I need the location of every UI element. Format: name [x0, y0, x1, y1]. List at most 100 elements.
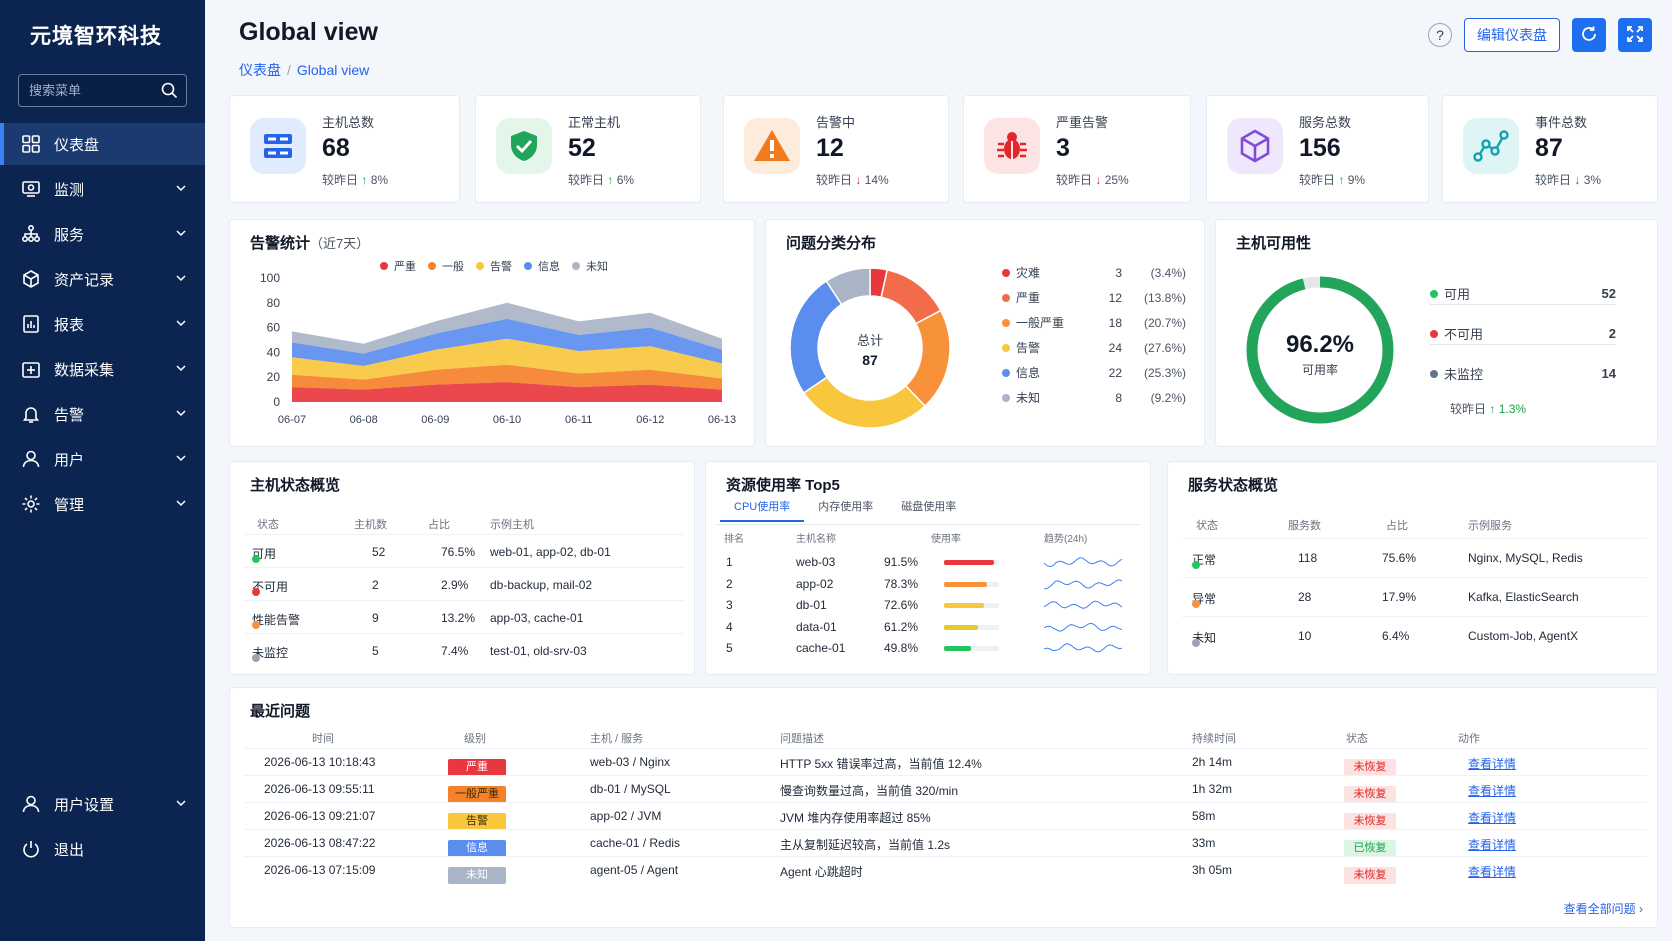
table-row[interactable]: 未知 10 6.4% Custom-Job, AgentX: [1182, 616, 1647, 655]
issue-duration: 1h 32m: [1192, 782, 1233, 796]
sidebar-item-data-collect[interactable]: 数据采集: [0, 348, 205, 390]
usage-value: 91.5%: [884, 555, 919, 569]
issue-duration: 58m: [1192, 809, 1216, 823]
view-details-link[interactable]: 查看详情: [1468, 809, 1516, 826]
table-row[interactable]: 可用 52 76.5% web-01, app-02, db-01: [244, 534, 684, 567]
breadcrumb-dashboard-link[interactable]: 仪表盘: [239, 62, 281, 78]
host-name: data-01: [796, 619, 837, 634]
example-services: Kafka, ElasticSearch: [1468, 590, 1579, 604]
state-badge: 未恢复: [1344, 813, 1396, 830]
table-row[interactable]: 性能告警 9 13.2% app-03, cache-01: [244, 600, 684, 633]
table-row[interactable]: 2026-06-13 09:21:07 告警 app-02 / JVM JVM 堆内存…: [244, 802, 1647, 830]
table-row[interactable]: 不可用 2 2.9% db-backup, mail-02: [244, 567, 684, 600]
table-row[interactable]: 2026-06-13 09:55:11 一般严重 db-01 / MySQL 慢查询数…: [244, 775, 1647, 803]
sidebar: 元境智环科技 仪表盘 监测 服务 资产记录 报表 数据采集 告警: [0, 0, 205, 941]
sidebar-item-label: 用户设置: [54, 796, 115, 814]
resource-row[interactable]: 5 cache-01 49.8%: [706, 639, 1150, 659]
usage-value: 78.3%: [884, 576, 919, 591]
example-services: Custom-Job, AgentX: [1468, 629, 1579, 643]
issue-time: 2026-06-13 08:47:22: [264, 836, 376, 850]
availability-delta: 较昨日 ↑ 1.3%: [1450, 402, 1527, 416]
resource-row[interactable]: 4 data-01 61.2%: [706, 618, 1150, 638]
sparkline-path: [1044, 600, 1122, 609]
legend-dot: [1002, 293, 1010, 302]
example-hosts: test-01, old-srv-03: [490, 644, 587, 658]
search-icon[interactable]: [161, 82, 178, 102]
tab-disk[interactable]: 磁盘使用率: [887, 498, 970, 522]
refresh-button[interactable]: [1572, 18, 1606, 52]
issue-legend-item: 信息 22 (25.3%): [1002, 364, 1192, 381]
sidebar-item-user-settings[interactable]: 用户设置: [0, 783, 205, 825]
state-badge: 已恢复: [1344, 840, 1396, 857]
sidebar-item-assets[interactable]: 资产记录: [0, 258, 205, 300]
legend-dot: [1002, 268, 1010, 277]
status-dot: [1192, 639, 1200, 647]
alert-area-chart: 0 20 40 60 80 100 06-07 06-08 06-09 06-10 06-11 06-…: [260, 271, 736, 426]
stat-label: 服务总数: [1299, 115, 1352, 130]
stat-card-services[interactable]: 服务总数 156 较昨日 ↑ 9%: [1206, 95, 1429, 203]
stat-card-events[interactable]: 事件总数 87 较昨日 ↓ 3%: [1442, 95, 1658, 203]
issue-time: 2026-06-13 09:21:07: [264, 809, 376, 823]
alert-stats-card: 告警统计（近7天） 严重 一般 告警 信息 未知 0 20 40 60 80 100 06-07 06…: [229, 219, 755, 447]
host-status-card: 主机状态概览 状态 主机数 占比 示例主机 可用 52 76.5% web-01, a…: [229, 461, 695, 675]
table-row[interactable]: 未监控 5 7.4% test-01, old-srv-03: [244, 633, 684, 666]
state-badge: 未恢复: [1344, 759, 1396, 776]
issue-description: 慢查询数量过高，当前值 320/min: [780, 784, 959, 798]
edit-dashboard-button[interactable]: 编辑仪表盘: [1464, 18, 1560, 52]
issue-duration: 33m: [1192, 836, 1216, 850]
sidebar-item-dashboard[interactable]: 仪表盘: [0, 123, 205, 165]
example-hosts: web-01, app-02, db-01: [490, 545, 611, 559]
menu-search-input[interactable]: [19, 75, 149, 106]
user-settings-icon: [20, 793, 42, 815]
menu-search[interactable]: [18, 74, 187, 107]
sidebar-item-logout[interactable]: 退出: [0, 828, 205, 870]
usage-bar-track: [944, 560, 999, 565]
dashboard-icon: [20, 133, 42, 155]
view-all-issues-link[interactable]: 查看全部问题 ›: [1564, 900, 1643, 917]
availability-legend-item: 可用 52: [1430, 284, 1616, 303]
card-title: 主机可用性: [1236, 235, 1312, 252]
trend-sparkline: [1044, 622, 1122, 632]
resource-row[interactable]: 2 app-02 78.3%: [706, 575, 1150, 595]
tab-cpu[interactable]: CPU使用率: [720, 498, 805, 522]
view-details-link[interactable]: 查看详情: [1468, 836, 1516, 853]
stat-card-critical[interactable]: 严重告警 3 较昨日 ↓ 25%: [963, 95, 1191, 203]
severity-badge: 一般严重: [448, 786, 506, 803]
service-percent: 17.9%: [1382, 590, 1417, 604]
view-details-link[interactable]: 查看详情: [1468, 863, 1516, 880]
tab-memory[interactable]: 内存使用率: [804, 498, 887, 522]
chevron-down-icon: [175, 496, 187, 513]
legend-label: 一般严重: [1016, 316, 1065, 330]
legend-percent: (25.3%): [1143, 365, 1186, 380]
y-tick-label: 60: [267, 321, 281, 335]
help-button[interactable]: ?: [1428, 23, 1452, 47]
table-row[interactable]: 2026-06-13 10:18:43 严重 web-03 / Nginx HTTP …: [244, 748, 1647, 776]
sidebar-item-alerts[interactable]: 告警: [0, 393, 205, 435]
stat-card-hosts[interactable]: 主机总数 68 较昨日 ↑ 8%: [229, 95, 460, 203]
cube-icon: [1227, 118, 1283, 174]
table-row[interactable]: 正常 118 75.6% Nginx, MySQL, Redis: [1182, 538, 1647, 577]
resource-row[interactable]: 1 web-03 91.5%: [706, 553, 1150, 573]
sidebar-item-label: 数据采集: [54, 361, 115, 379]
fullscreen-button[interactable]: [1618, 18, 1652, 52]
sidebar-item-monitor[interactable]: 监测: [0, 168, 205, 210]
resource-row[interactable]: 3 db-01 72.6%: [706, 596, 1150, 616]
view-details-link[interactable]: 查看详情: [1468, 755, 1516, 772]
stat-card-normal-hosts[interactable]: 正常主机 52 较昨日 ↑ 6%: [475, 95, 701, 203]
view-details-link[interactable]: 查看详情: [1468, 782, 1516, 799]
refresh-icon: [1580, 25, 1598, 46]
sidebar-item-users[interactable]: 用户: [0, 438, 205, 480]
y-tick-label: 0: [273, 395, 280, 409]
table-row[interactable]: 异常 28 17.9% Kafka, ElasticSearch: [1182, 577, 1647, 616]
table-row[interactable]: 2026-06-13 08:47:22 信息 cache-01 / Redis 主从复…: [244, 829, 1647, 857]
stat-card-alerting[interactable]: 告警中 12 较昨日 ↓ 14%: [723, 95, 949, 203]
table-row[interactable]: 2026-06-13 07:15:09 未知 agent-05 / Agent Age…: [244, 856, 1647, 884]
stat-delta: 较昨日 ↑ 6%: [568, 173, 635, 187]
breadcrumb-current: Global view: [296, 62, 370, 78]
trend-sparkline: [1044, 557, 1122, 568]
sidebar-item-admin[interactable]: 管理: [0, 483, 205, 525]
sidebar-item-reports[interactable]: 报表: [0, 303, 205, 345]
sidebar-item-services[interactable]: 服务: [0, 213, 205, 255]
user-icon: [20, 448, 42, 470]
host-availability-card: 主机可用性 96.2% 可用率 可用 52 不可用 2 未监控 14 较昨日 ↑ 1.3%: [1215, 219, 1658, 447]
